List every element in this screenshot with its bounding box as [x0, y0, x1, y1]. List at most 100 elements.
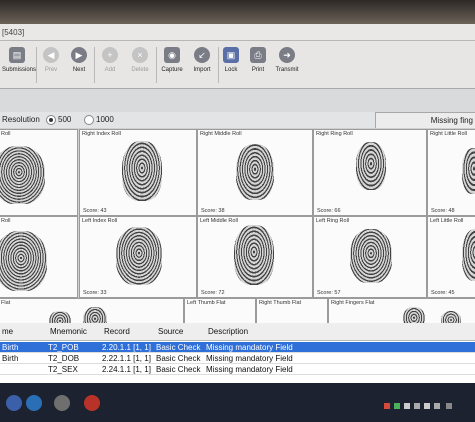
print-name: Roll	[1, 131, 11, 137]
tray-icon[interactable]	[404, 403, 410, 409]
resolution-1000-label: 1000	[96, 115, 114, 124]
tray-icon[interactable]	[434, 403, 440, 409]
print-card[interactable]: Roll	[0, 216, 78, 298]
fingerprint-image	[350, 229, 392, 283]
browser-icon[interactable]	[26, 395, 42, 411]
missing-fingers-button[interactable]: Missing fing	[375, 112, 475, 129]
prev-label: Prev	[44, 67, 58, 73]
print-name: Right Index Roll	[82, 131, 121, 137]
print-card[interactable]: Right Middle Roll Score: 38	[197, 129, 313, 216]
add-icon: +	[102, 47, 118, 63]
print-score: Score: 66	[317, 208, 341, 214]
print-score: Score: 57	[317, 290, 341, 296]
submissions-button[interactable]: ▤ Submissions	[2, 45, 36, 85]
column-header-mnemonic[interactable]: Mnemonic	[50, 327, 87, 336]
import-button[interactable]: ↙ Import	[188, 45, 216, 85]
table-row[interactable]: Birth T2_DOB 2.22.1.1 [1, 1] Basic Check…	[0, 353, 475, 364]
lock-button[interactable]: ▣ Lock	[220, 45, 242, 85]
print-name: Right Fingers Flat	[331, 300, 375, 306]
print-name: Right Middle Roll	[200, 131, 242, 137]
print-card[interactable]: Right Fingers Flat	[328, 298, 475, 326]
import-label: Import	[193, 67, 211, 73]
print-card[interactable]: Left Little Roll Score: 45	[427, 216, 475, 298]
print-score: Score: 45	[431, 290, 455, 296]
print-card[interactable]: Left Index Roll Score: 33	[79, 216, 197, 298]
print-name: Left Thumb Flat	[187, 300, 226, 306]
tray-icon[interactable]	[424, 403, 430, 409]
toolbar-separator	[94, 47, 95, 83]
fingerprint-app-icon[interactable]	[54, 395, 70, 411]
table-cell: Basic Check	[156, 343, 201, 352]
print-card[interactable]: Left Thumb Flat	[184, 298, 256, 326]
next-button[interactable]: ▶ Next	[66, 45, 92, 85]
app-icon[interactable]	[84, 395, 100, 411]
table-header: me Mnemonic Record Source Description	[0, 323, 475, 341]
delete-button[interactable]: × Delete	[126, 45, 154, 85]
delete-icon: ×	[132, 47, 148, 63]
print-button[interactable]: ⎙ Print	[246, 45, 270, 85]
table-row[interactable]: Birth T2_POB 2.20.1.1 [1, 1] Basic Check…	[0, 342, 475, 353]
fingerprint-image	[0, 146, 45, 204]
table-row[interactable]: T2_SEX 2.24.1.1 [1, 1] Basic Check Missi…	[0, 364, 475, 375]
start-icon[interactable]	[6, 395, 22, 411]
print-label: Print	[251, 67, 265, 73]
table-cell: Basic Check	[156, 354, 201, 363]
submissions-label: Submissions	[2, 67, 37, 73]
table-cell: 2.22.1.1 [1, 1]	[102, 354, 151, 363]
screen: [5403] ▤ Submissions ◀ Prev ▶ Next + Add…	[0, 0, 475, 422]
capture-icon: ◉	[164, 47, 180, 63]
print-score: Score: 72	[201, 290, 225, 296]
fingerprint-image	[234, 225, 274, 285]
print-score: Score: 33	[83, 290, 107, 296]
transmit-icon: ➜	[279, 47, 295, 63]
tray-icon[interactable]	[414, 403, 420, 409]
table-cell: T2_POB	[48, 343, 79, 352]
fingerprint-grid: Roll Right Index Roll Score: 43 Right Mi…	[0, 128, 475, 326]
print-name: Left Middle Roll	[200, 218, 238, 224]
tray-icon[interactable]	[394, 403, 400, 409]
print-card[interactable]: Right Little Roll Score: 48	[427, 129, 475, 216]
tray-icon[interactable]	[446, 403, 452, 409]
fingerprint-image	[462, 148, 475, 194]
resolution-500-radio[interactable]	[46, 115, 56, 125]
toolbar: ▤ Submissions ◀ Prev ▶ Next + Add × Dele…	[0, 41, 475, 89]
print-card[interactable]: Right Index Roll Score: 43	[79, 129, 197, 216]
table-cell: 2.20.1.1 [1, 1]	[102, 343, 151, 352]
column-header-description[interactable]: Description	[208, 327, 248, 336]
print-card[interactable]: Right Thumb Flat	[256, 298, 328, 326]
resolution-500-label: 500	[58, 115, 72, 124]
resolution-1000-radio[interactable]	[84, 115, 94, 125]
capture-label: Capture	[161, 67, 183, 73]
table-cell: Basic Check	[156, 365, 201, 374]
table-cell: Birth	[2, 343, 19, 352]
print-name: Right Thumb Flat	[259, 300, 302, 306]
taskbar	[0, 383, 475, 422]
print-name: Right Little Roll	[430, 131, 467, 137]
transmit-button[interactable]: ➜ Transmit	[274, 45, 300, 85]
fingerprint-image	[116, 227, 162, 285]
column-header-name[interactable]: me	[2, 327, 13, 336]
print-card[interactable]: Right Ring Roll Score: 66	[313, 129, 427, 216]
print-card[interactable]: Left Ring Roll Score: 57	[313, 216, 427, 298]
print-score: Score: 48	[431, 208, 455, 214]
fingerprint-image	[462, 229, 475, 281]
column-header-record[interactable]: Record	[104, 327, 130, 336]
add-label: Add	[104, 67, 116, 73]
lock-icon: ▣	[223, 47, 239, 63]
window-titlebar: [5403]	[0, 24, 475, 41]
print-card[interactable]: Left Middle Roll Score: 72	[197, 216, 313, 298]
resolution-bar: Resolution 500 1000 Missing fing	[0, 112, 475, 129]
submissions-icon: ▤	[9, 47, 25, 63]
capture-button[interactable]: ◉ Capture	[158, 45, 186, 85]
column-header-source[interactable]: Source	[158, 327, 183, 336]
prev-arrow-icon: ◀	[43, 47, 59, 63]
print-name: Right Ring Roll	[316, 131, 353, 137]
window-title: [5403]	[2, 28, 25, 37]
prev-button[interactable]: ◀ Prev	[38, 45, 64, 85]
tray-icon[interactable]	[384, 403, 390, 409]
next-arrow-icon: ▶	[71, 47, 87, 63]
add-button[interactable]: + Add	[96, 45, 124, 85]
print-card[interactable]: Roll	[0, 129, 78, 216]
print-name: Left Ring Roll	[316, 218, 350, 224]
print-card[interactable]: Flat	[0, 298, 184, 326]
